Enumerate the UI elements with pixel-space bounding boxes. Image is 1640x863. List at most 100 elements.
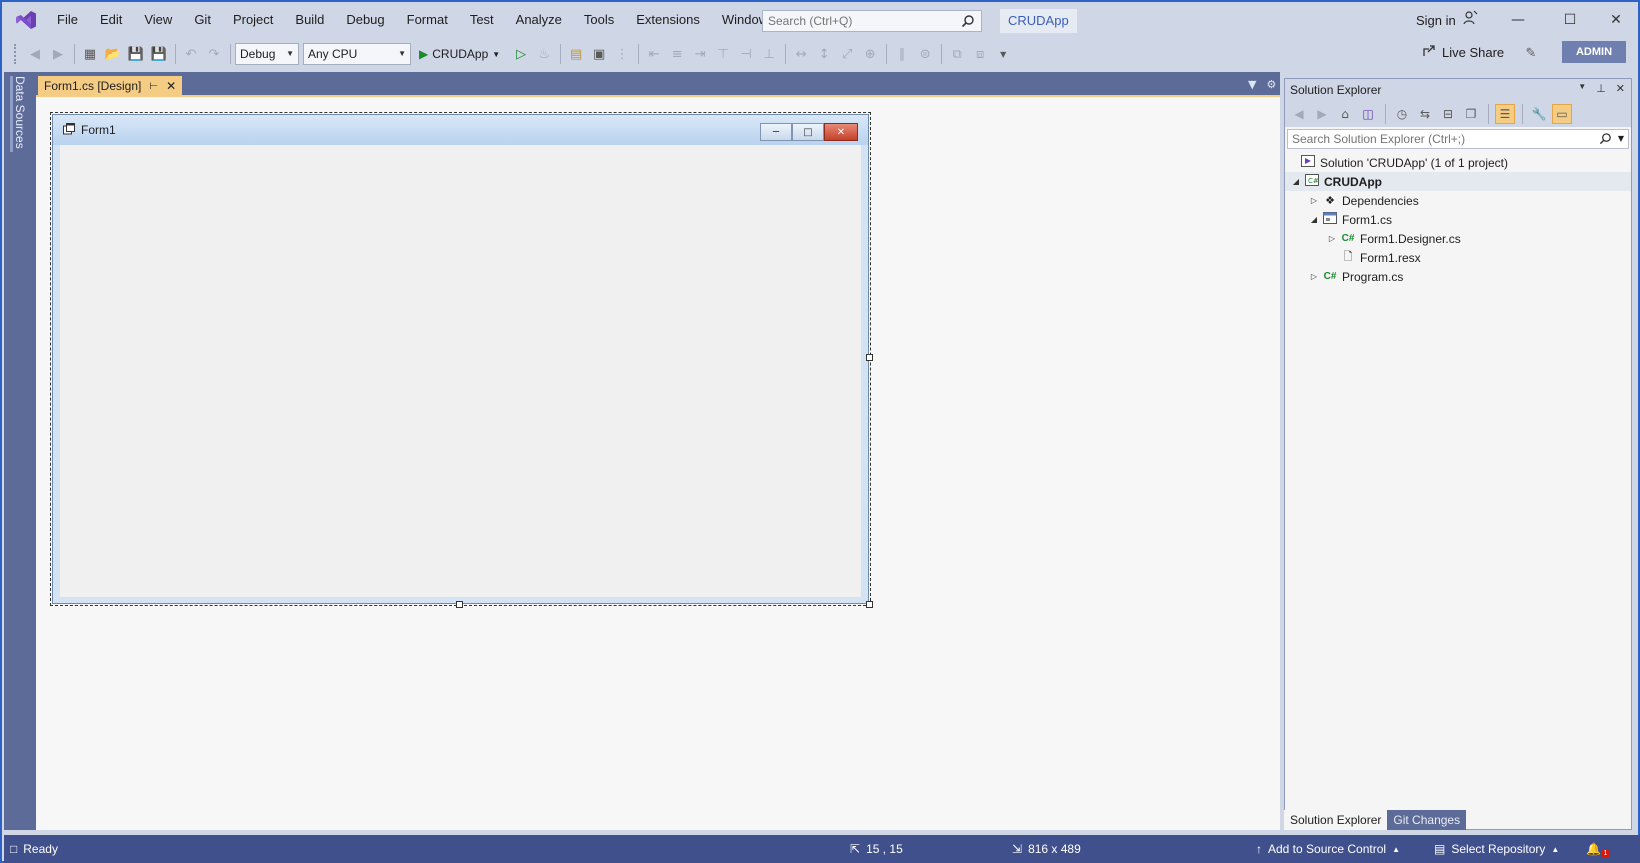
pin-icon[interactable]: ⊢ [149,81,158,92]
window-position-icon[interactable]: ▼ [1578,82,1586,95]
se-show-all-files-button[interactable]: ❐ [1461,104,1481,124]
navigate-back-button[interactable]: ◀ [24,43,46,65]
search-icon[interactable] [1599,132,1612,148]
close-button[interactable]: ✕ [1596,6,1636,34]
feedback-button[interactable]: ✎ [1520,42,1542,64]
tab-form1-design[interactable]: Form1.cs [Design] ⊢ ✕ [38,76,183,96]
menu-file[interactable]: File [46,2,89,38]
global-search-box[interactable] [762,10,982,32]
make-same-size-button[interactable]: ⤢ [836,43,858,65]
sign-in-button[interactable]: Sign in [1416,10,1478,32]
navigate-forward-button[interactable]: ▶ [47,43,69,65]
solution-platform-dropdown[interactable]: Any CPU ▼ [303,43,411,65]
tree-item-form1-designer[interactable]: ▷ C# Form1.Designer.cs [1285,229,1631,248]
se-preview-button[interactable]: ▭ [1552,104,1572,124]
se-preview-selected-button[interactable]: ☰ [1495,104,1515,124]
expanded-triangle-icon[interactable]: ◢ [1307,215,1321,224]
menu-build[interactable]: Build [284,2,335,38]
se-properties-button[interactable]: 🔧 [1529,104,1549,124]
bring-to-front-button[interactable]: ⧉ [946,43,968,65]
visual-studio-logo-icon[interactable] [14,8,38,32]
tree-item-form1-resx[interactable]: 🗋 Form1.resx [1285,248,1631,267]
pin-icon[interactable]: ⊥ [1596,82,1606,95]
start-without-debugging-button[interactable]: ▷ [510,43,532,65]
tab-git-changes[interactable]: Git Changes [1387,810,1467,830]
save-all-button[interactable]: 💾 [148,43,170,65]
toolbar-overflow-button[interactable]: ▼ [992,43,1014,65]
horizontal-spacing-button[interactable]: ∥ [891,43,913,65]
tree-item-form1[interactable]: ◢ Form1.cs [1285,210,1631,229]
menu-tools[interactable]: Tools [573,2,625,38]
menu-extensions[interactable]: Extensions [625,2,711,38]
minimize-button[interactable]: — [1498,6,1538,34]
send-to-back-button[interactable]: ⧈ [969,43,991,65]
notifications-button[interactable]: 🔔 1 [1586,835,1616,863]
start-debugging-button[interactable]: ▶ CRUDApp ▼ [415,43,504,65]
expanded-triangle-icon[interactable]: ◢ [1289,177,1303,186]
align-bottoms-button[interactable]: ⊥ [758,43,780,65]
global-search-input[interactable] [768,14,954,28]
menu-project[interactable]: Project [222,2,284,38]
align-tops-button[interactable]: ⊤ [712,43,734,65]
form-client-area[interactable] [60,145,861,597]
tree-item-project[interactable]: ◢ C# CRUDApp [1285,172,1631,191]
select-repository-button[interactable]: ▤ Select Repository ▲ [1434,835,1559,863]
tree-item-program[interactable]: ▷ C# Program.cs [1285,267,1631,286]
align-lefts-button[interactable]: ⇤ [643,43,665,65]
resize-handle-bottom[interactable] [456,601,463,608]
menu-analyze[interactable]: Analyze [505,2,573,38]
layout-button[interactable]: ▣ [588,43,610,65]
menu-view[interactable]: View [133,2,183,38]
collapsed-triangle-icon[interactable]: ▷ [1307,272,1321,281]
solution-configuration-dropdown[interactable]: Debug ▼ [235,43,299,65]
tree-item-solution[interactable]: Solution 'CRUDApp' (1 of 1 project) [1285,153,1631,172]
open-file-button[interactable]: 📂 [102,43,124,65]
align-middles-button[interactable]: ⊣ [735,43,757,65]
browse-button[interactable]: ▤ [565,43,587,65]
close-tab-icon[interactable]: ✕ [166,79,176,93]
se-switch-views-button[interactable]: ◫ [1358,104,1378,124]
menu-edit[interactable]: Edit [89,2,133,38]
hot-reload-button[interactable]: ♨ [533,43,555,65]
se-pending-changes-filter-button[interactable]: ◷ [1392,104,1412,124]
project-name-badge[interactable]: CRUDApp [1000,9,1077,33]
align-centers-button[interactable]: ≡ [666,43,688,65]
tree-item-dependencies[interactable]: ▷ ❖ Dependencies [1285,191,1631,210]
save-button[interactable]: 💾 [125,43,147,65]
search-icon[interactable] [961,14,975,31]
toolbar-grip[interactable] [14,44,18,64]
maximize-button[interactable]: ☐ [1550,6,1590,34]
menu-format[interactable]: Format [396,2,459,38]
redo-button[interactable]: ↷ [203,43,225,65]
resize-handle-corner[interactable] [866,601,873,608]
se-forward-button[interactable]: ▶ [1312,104,1332,124]
undo-button[interactable]: ↶ [180,43,202,65]
close-icon[interactable]: ✕ [1616,82,1625,95]
menu-debug[interactable]: Debug [335,2,395,38]
tab-dropdown-icon[interactable]: ▼ [1248,78,1256,91]
se-sync-button[interactable]: ⇆ [1415,104,1435,124]
solution-explorer-search-input[interactable] [1292,132,1592,146]
make-same-width-button[interactable]: ↔ [790,43,812,65]
new-project-button[interactable]: ▦ [79,43,101,65]
collapsed-triangle-icon[interactable]: ▷ [1325,234,1339,243]
resize-handle-right[interactable] [866,354,873,361]
make-same-height-button[interactable]: ↕ [813,43,835,65]
live-share-button[interactable]: Live Share [1422,44,1504,61]
align-to-grid-button[interactable]: ⋮ [611,43,633,65]
se-home-button[interactable]: ⌂ [1335,104,1355,124]
size-to-grid-button[interactable]: ⊕ [859,43,881,65]
form-preview[interactable]: Form1 ─ □ ✕ [50,112,871,606]
vertical-spacing-button[interactable]: ⊜ [914,43,936,65]
output-window-icon[interactable]: □ [10,842,17,856]
se-collapse-all-button[interactable]: ⊟ [1438,104,1458,124]
menu-git[interactable]: Git [183,2,222,38]
add-to-source-control-button[interactable]: ↑ Add to Source Control ▲ [1256,835,1400,863]
menu-test[interactable]: Test [459,2,505,38]
chevron-down-icon[interactable]: ▼ [1618,134,1624,143]
data-sources-tab[interactable]: Data Sources [10,76,27,152]
tab-solution-explorer[interactable]: Solution Explorer [1284,810,1388,830]
gear-icon[interactable]: ⚙ [1266,78,1276,91]
se-back-button[interactable]: ◀ [1289,104,1309,124]
solution-explorer-header[interactable]: Solution Explorer ▼ ⊥ ✕ [1285,79,1631,101]
